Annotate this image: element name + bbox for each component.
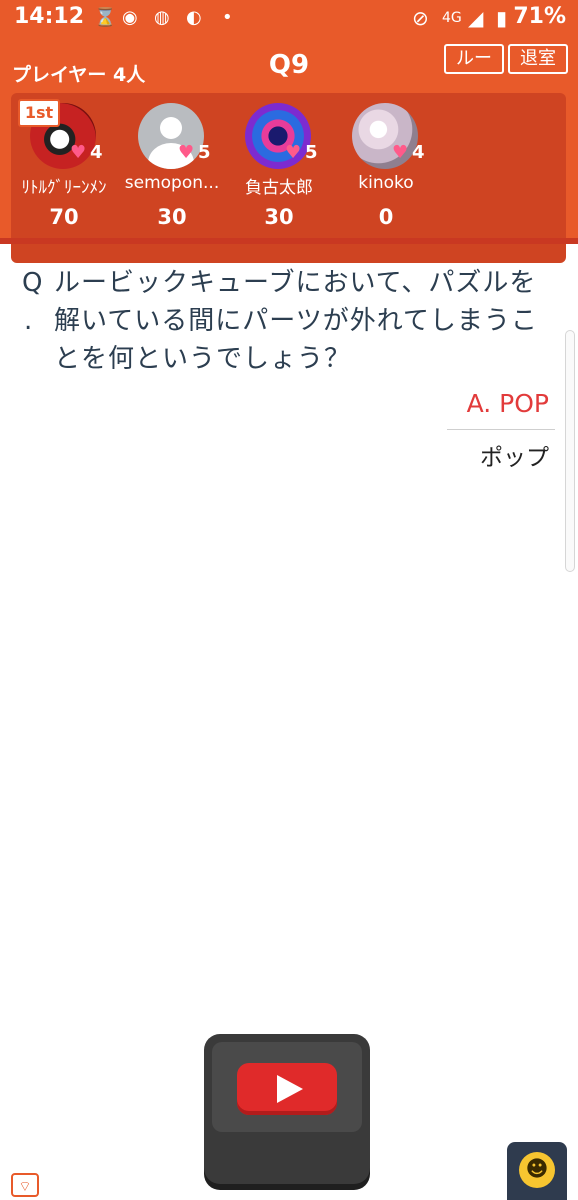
question-dot: .: [24, 306, 33, 336]
signal-icon: ◢: [468, 6, 484, 30]
play-triangle: [277, 1075, 303, 1103]
app-icon: ◐: [186, 7, 202, 28]
rules-button[interactable]: ルー: [444, 44, 504, 74]
status-time: 14:12: [14, 4, 85, 29]
dot-icon: •: [222, 7, 233, 28]
accessibility-icon: ◉: [122, 7, 138, 28]
globe-icon: ◍: [154, 7, 170, 28]
heart-icon: ♥: [285, 142, 302, 163]
answer-text: A. POP: [466, 389, 549, 418]
player-name: 負古太郎: [245, 178, 313, 198]
player-name: kinoko: [358, 173, 414, 193]
heart-icon: ♥: [392, 142, 409, 163]
scrollbar[interactable]: [565, 330, 575, 572]
player-lives: 5: [305, 142, 318, 163]
answer-divider: [447, 429, 555, 430]
rank-badge: 1st: [18, 99, 60, 127]
heart-icon: ♥: [70, 142, 87, 163]
player-name: semopon...: [124, 173, 220, 193]
heart-icon: ♥: [178, 142, 195, 163]
player-score: 30: [264, 205, 294, 229]
hourglass-icon: ⌛: [94, 7, 117, 28]
youtube-play-icon: [237, 1063, 337, 1115]
question-prefix: Q: [22, 268, 43, 298]
header-divider: [0, 238, 578, 244]
mute-icon: ⊘: [412, 6, 429, 30]
player-lives: 5: [198, 142, 211, 163]
player-score: 30: [157, 205, 187, 229]
default-avatar-head: [160, 117, 182, 139]
battery-percent: 71%: [513, 4, 566, 29]
player-lives: 4: [412, 142, 425, 163]
game-header: プレイヤー 4人 Q9 ルー 退室 1st ♥ 4 ﾘﾄﾙｸﾞﾘｰﾝﾒﾝ 70 …: [0, 36, 578, 263]
wifi-icon[interactable]: ⌔: [11, 1173, 39, 1197]
player-score: 0: [378, 205, 394, 229]
player-lives: 4: [90, 142, 103, 163]
leave-room-button[interactable]: 退室: [508, 44, 568, 74]
battery-icon: ▮: [496, 6, 508, 30]
buzzer-button[interactable]: [204, 1034, 370, 1184]
smile-emoji-icon: ☻: [519, 1152, 555, 1188]
answer-reading: ポップ: [480, 445, 549, 471]
player-score: 70: [49, 205, 79, 229]
status-bar: 14:12 ⌛ ◉ ◍ ◐ • ⊘ 4G ◢ ▮ 71%: [0, 0, 578, 36]
emoji-button[interactable]: ☻: [507, 1142, 567, 1200]
question-text: ルービックキューブにおいて、パズルを解いている間にパーツが外れてしまうことを何と…: [54, 268, 538, 374]
player-name: ﾘﾄﾙｸﾞﾘｰﾝﾒﾝ: [21, 178, 107, 198]
network-type: 4G: [442, 10, 462, 26]
